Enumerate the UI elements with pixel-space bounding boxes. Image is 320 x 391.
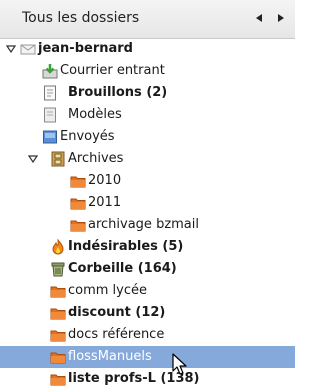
folder-row-archives[interactable]: Archives: [0, 148, 295, 170]
drafts-icon: [42, 85, 58, 101]
triangle-right-icon[interactable]: [274, 11, 288, 25]
folder-label: docs référence: [68, 327, 165, 342]
folder-row-comm-lycee[interactable]: comm lycée: [0, 280, 295, 302]
folder-label: Envoyés: [60, 129, 115, 144]
templates-icon: [42, 107, 58, 123]
folder-view-title[interactable]: Tous les dossiers: [22, 10, 139, 26]
folder-row-flossmanuels[interactable]: flossManuels: [0, 346, 295, 368]
folder-label: Modèles: [68, 107, 122, 122]
folder-row-inbox[interactable]: Courrier entrant: [0, 60, 295, 82]
inbox-icon: [42, 63, 58, 79]
folder-label: Indésirables (5): [68, 239, 184, 254]
folder-label: flossManuels: [68, 349, 152, 364]
folder-icon: [50, 349, 66, 365]
folder-icon: [70, 195, 86, 211]
folder-icon: [50, 283, 66, 299]
folder-icon: [70, 217, 86, 233]
folder-row-archivage[interactable]: archivage bzmail: [0, 214, 295, 236]
folder-row-2010[interactable]: 2010: [0, 170, 295, 192]
folder-icon: [50, 305, 66, 321]
triangle-left-icon[interactable]: [252, 11, 266, 25]
account-label: jean-bernard: [38, 41, 133, 56]
folder-label: Archives: [68, 151, 124, 166]
folder-pane-header: Tous les dossiers: [0, 0, 295, 39]
folder-row-docs-reference[interactable]: docs référence: [0, 324, 295, 346]
folder-label: comm lycée: [68, 283, 148, 298]
folder-label: 2010: [88, 173, 122, 188]
folder-label: archivage bzmail: [88, 217, 199, 232]
archive-icon: [50, 151, 66, 167]
folder-row-drafts[interactable]: Brouillons (2): [0, 82, 295, 104]
expand-twisty-icon[interactable]: [5, 43, 17, 55]
folder-label: discount (12): [68, 305, 166, 320]
folder-row-templates[interactable]: Modèles: [0, 104, 295, 126]
folder-row-2011[interactable]: 2011: [0, 192, 295, 214]
folder-label: 2011: [88, 195, 122, 210]
trash-icon: [50, 261, 66, 277]
folder-row-sent[interactable]: Envoyés: [0, 126, 295, 148]
folder-row-discount[interactable]: discount (12): [0, 302, 295, 324]
junk-icon: [50, 238, 66, 255]
folder-icon: [70, 173, 86, 189]
account-icon: [20, 41, 36, 57]
folder-row-trash[interactable]: Corbeille (164): [0, 258, 295, 280]
folder-label: Brouillons (2): [68, 85, 168, 100]
expand-twisty-icon[interactable]: [27, 153, 39, 165]
folder-icon: [50, 327, 66, 343]
folder-label: Corbeille (164): [68, 261, 177, 276]
folder-row-junk[interactable]: Indésirables (5): [0, 236, 295, 258]
folder-icon: [50, 371, 66, 387]
folder-label: liste profs-L (138): [68, 371, 200, 386]
folder-row-liste-profs[interactable]: liste profs-L (138): [0, 368, 295, 390]
folder-label: Courrier entrant: [60, 63, 165, 78]
sent-icon: [42, 129, 58, 145]
account-row[interactable]: jean-bernard: [0, 38, 295, 60]
